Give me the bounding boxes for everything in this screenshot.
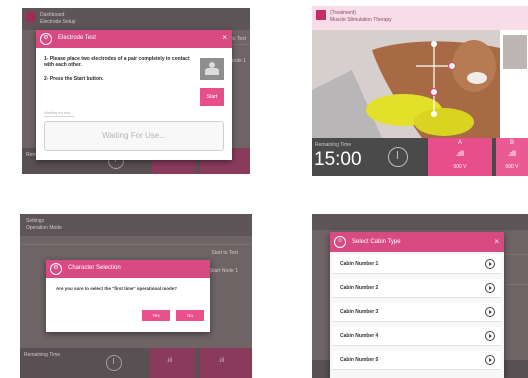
screen-select-cabin: ☺ Select Cabin Type × Cabin Number 1 Cab…: [312, 214, 528, 378]
play-icon[interactable]: [485, 259, 495, 269]
status-note: Waiting for test...: [44, 110, 74, 115]
app-logo: [26, 12, 36, 22]
divider: [506, 284, 528, 285]
dialog-title: Electrode Test: [58, 35, 96, 41]
cabin-label: Cabin Number 3: [340, 309, 379, 315]
signal-bars-icon: .ıll: [456, 151, 464, 158]
dialog-header: ⚙ Electrode Test ×: [36, 30, 232, 48]
no-button[interactable]: No: [176, 310, 204, 321]
cabin-label: Cabin Number 2: [340, 285, 379, 291]
dialog-header: ⚙ Character Selection: [46, 260, 210, 278]
header-subtitle: Muscle Stimulation Therapy: [330, 17, 392, 23]
header-subtitle: Electrode Setup: [40, 19, 76, 25]
divider: [20, 244, 252, 245]
electrode-placement-image: [200, 58, 224, 80]
side-label: Start to Test: [211, 250, 238, 256]
signal-bars-icon: .ıll: [218, 358, 224, 364]
channel-voltage: 000 V: [453, 164, 467, 170]
play-icon[interactable]: [485, 283, 495, 293]
channel-a-panel: .ıll: [150, 348, 196, 378]
instruction-step-1: 1- Please place two electrodes of a pair…: [44, 56, 190, 68]
confirm-question: Are you sure to select the "first time" …: [56, 286, 178, 291]
start-button[interactable]: Start: [200, 88, 224, 106]
cabin-list-item[interactable]: Cabin Number 1: [333, 255, 501, 274]
dialog-header: ☺ Select Cabin Type ×: [330, 232, 504, 252]
channel-a-panel[interactable]: A .ıll 000 V: [428, 138, 492, 176]
body-illustration: [312, 30, 500, 138]
remaining-time-label: Remaining Time: [315, 142, 352, 148]
divider: [506, 254, 528, 255]
app-header: (Treatment) Muscle Stimulation Therapy: [312, 6, 528, 30]
header-subtitle: Operation Mode: [26, 225, 62, 231]
cabin-list-item[interactable]: Cabin Number 3: [333, 303, 501, 322]
settings-icon: ⚙: [50, 263, 62, 275]
channel-b-panel: .ıll: [200, 348, 252, 378]
close-icon[interactable]: ×: [222, 34, 227, 42]
play-icon[interactable]: [485, 331, 495, 341]
body-thumbnail[interactable]: [502, 34, 528, 70]
app-header: Dashboard Electrode Setup: [22, 8, 250, 30]
play-icon[interactable]: [485, 307, 495, 317]
screen-electrode-test: Dashboard Electrode Setup Start to Test …: [22, 8, 250, 174]
signal-bars-icon: .ıll: [166, 358, 172, 364]
header-title: (Treatment): [330, 10, 356, 16]
screen-character-selection: Settings Operation Mode Start to Test St…: [20, 214, 252, 378]
app-header: Settings Operation Mode: [20, 214, 252, 236]
clock-icon[interactable]: [388, 147, 408, 167]
divider: [44, 116, 74, 117]
electrode-icon: ⚙: [40, 33, 52, 45]
dialog-title: Select Cabin Type: [352, 239, 401, 245]
signal-bars-icon: .ıll: [508, 151, 516, 158]
play-icon[interactable]: [485, 355, 495, 365]
waiting-status-box: Waiting For Use...: [44, 121, 224, 151]
cabin-label: Cabin Number 4: [340, 333, 379, 339]
cabin-list-item[interactable]: Cabin Number 5: [333, 351, 501, 370]
remaining-time-label: Remaining Time: [24, 352, 61, 358]
screen-treatment: (Treatment) Muscle Stimulation Therapy R…: [312, 6, 528, 176]
close-icon[interactable]: ×: [494, 238, 499, 246]
clock-icon: [106, 355, 122, 371]
side-label: Start Node 1: [209, 268, 238, 274]
cabin-label: Cabin Number 5: [340, 357, 379, 363]
header-title: Dashboard: [40, 12, 65, 18]
header-title: Settings: [26, 218, 45, 224]
treatment-body-image: [312, 30, 500, 138]
channel-label: B: [509, 140, 514, 146]
channel-voltage: 000 V: [505, 164, 519, 170]
instruction-step-2: 2- Press the Start button.: [44, 76, 104, 82]
channel-label: A: [457, 140, 462, 146]
electrode-test-dialog: ⚙ Electrode Test × 1- Please place two e…: [36, 30, 232, 160]
select-cabin-dialog: ☺ Select Cabin Type × Cabin Number 1 Cab…: [330, 232, 504, 378]
cabin-label: Cabin Number 1: [340, 261, 379, 267]
cabin-icon: ☺: [334, 236, 346, 248]
app-header: [312, 214, 528, 230]
treatment-footer: Remaining Time 15:00 A .ıll 000 V B .ıll…: [312, 138, 528, 176]
cabin-list-item[interactable]: Cabin Number 4: [333, 327, 501, 346]
app-logo: [316, 10, 326, 20]
cabin-list-item[interactable]: Cabin Number 2: [333, 279, 501, 298]
dialog-title: Character Selection: [68, 265, 121, 271]
channel-b-panel[interactable]: B .ıll 000 V: [496, 138, 528, 176]
yes-button[interactable]: Yes: [142, 310, 170, 321]
confirm-dialog: ⚙ Character Selection Are you sure to se…: [46, 260, 210, 332]
remaining-time-value: 15:00: [314, 149, 362, 170]
